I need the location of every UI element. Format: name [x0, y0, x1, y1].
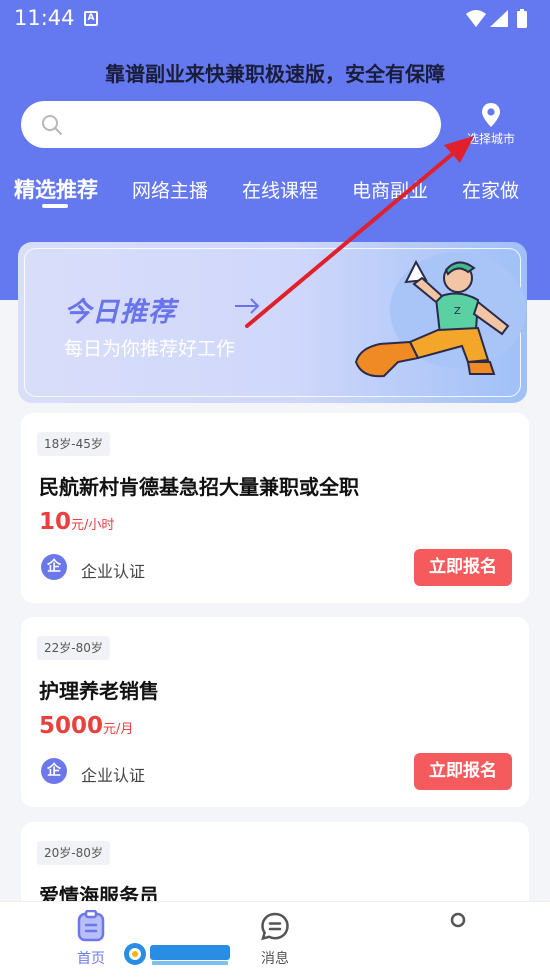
location-pin-icon	[482, 103, 500, 127]
job-salary: 5000元/月	[39, 713, 133, 739]
battery-icon	[517, 11, 527, 28]
tab-profile[interactable]	[418, 910, 498, 948]
tab-live-streaming[interactable]: 网络主播	[132, 176, 208, 203]
salary-unit: 元/小时	[71, 518, 115, 533]
tab-ecommerce[interactable]: 电商副业	[352, 176, 428, 203]
profile-icon	[450, 912, 466, 928]
category-tabs: 精选推荐 网络主播 在线课程 电商副业 在家做	[0, 170, 550, 210]
active-tab-indicator	[42, 204, 68, 208]
site-watermark-logo	[124, 943, 230, 965]
enterprise-verified-label: 企业认证	[81, 766, 146, 785]
apply-button[interactable]: 立即报名	[414, 753, 512, 790]
tab-online-courses[interactable]: 在线课程	[242, 176, 318, 203]
salary-amount: 5000	[39, 713, 104, 739]
job-title: 护理养老销售	[39, 679, 159, 703]
select-city-label: 选择城市	[466, 132, 515, 146]
banner-title: 今日推荐	[64, 297, 176, 328]
header-slogan: 靠谱副业来快兼职极速版，安全有保障	[105, 62, 445, 86]
svg-text:Z: Z	[454, 306, 461, 317]
home-clipboard-icon	[77, 910, 105, 942]
search-icon	[42, 115, 62, 135]
apply-button[interactable]: 立即报名	[414, 549, 512, 586]
banner-subtitle: 每日为你推荐好工作	[64, 338, 236, 360]
enterprise-badge-icon: 企	[41, 758, 67, 784]
signal-icon	[490, 10, 508, 27]
age-range-tag: 18岁-45岁	[37, 432, 110, 456]
job-card[interactable]: 22岁-80岁 护理养老销售 5000元/月 企 企业认证 立即报名	[21, 617, 529, 807]
tab-messages[interactable]: 消息	[235, 910, 315, 968]
message-bubble-icon	[261, 912, 289, 941]
enterprise-badge-icon: 企	[41, 554, 67, 580]
search-input[interactable]	[21, 101, 441, 148]
wifi-icon	[466, 10, 486, 27]
enterprise-verified-label: 企业认证	[81, 562, 146, 581]
tab-featured[interactable]: 精选推荐	[14, 174, 98, 204]
select-city-button[interactable]: 选择城市	[458, 100, 524, 152]
status-time: 11:44	[14, 6, 75, 30]
today-recommend-banner[interactable]: 今日推荐 每日为你推荐好工作 Z	[18, 242, 527, 403]
running-person-illustration: Z	[354, 252, 526, 378]
age-range-tag: 20岁-80岁	[37, 841, 110, 865]
arrow-right-icon	[235, 298, 260, 314]
status-icons	[466, 9, 527, 28]
job-title: 民航新村肯德基急招大量兼职或全职	[39, 475, 359, 499]
status-bar: 11:44 A	[0, 0, 550, 38]
bottom-tab-bar: 首页 消息	[0, 901, 550, 977]
salary-amount: 10	[39, 509, 72, 535]
job-salary: 10元/小时	[39, 509, 114, 535]
tab-work-from-home[interactable]: 在家做	[462, 176, 519, 203]
salary-unit: 元/月	[103, 722, 134, 737]
age-range-tag: 22岁-80岁	[37, 636, 110, 660]
notification-icon: A	[84, 11, 98, 26]
tab-home-label: 首页	[77, 951, 105, 967]
job-card[interactable]: 18岁-45岁 民航新村肯德基急招大量兼职或全职 10元/小时 企 企业认证 立…	[21, 413, 529, 603]
tab-home[interactable]: 首页	[51, 910, 131, 968]
tab-messages-label: 消息	[261, 951, 289, 967]
